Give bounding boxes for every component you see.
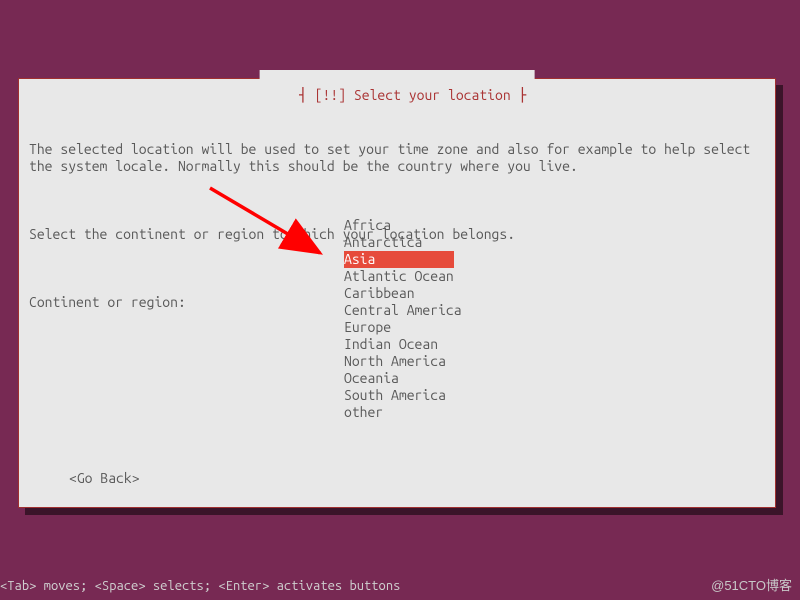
title-text: Select your location [346, 87, 511, 103]
list-item[interactable]: South America [344, 387, 484, 404]
watermark: @51CTO博客 [711, 577, 792, 594]
description-line1: The selected location will be used to se… [29, 141, 765, 175]
list-item[interactable]: Antarctica [344, 234, 484, 251]
list-item[interactable]: Europe [344, 319, 484, 336]
list-item[interactable]: Asia [344, 251, 454, 268]
region-list[interactable]: AfricaAntarcticaAsiaAtlantic OceanCaribb… [344, 217, 484, 421]
list-item[interactable]: Atlantic Ocean [344, 268, 484, 285]
go-back-button[interactable]: <Go Back> [69, 470, 140, 487]
location-dialog: ┤ [!!] Select your location ├ The select… [18, 78, 776, 508]
title-suffix: ├ [511, 87, 527, 103]
list-item[interactable]: other [344, 404, 484, 421]
list-item[interactable]: Africa [344, 217, 484, 234]
list-item[interactable]: Caribbean [344, 285, 484, 302]
list-item[interactable]: Indian Ocean [344, 336, 484, 353]
title-marker: [!!] [315, 87, 346, 103]
dialog-title: ┤ [!!] Select your location ├ [260, 70, 535, 121]
keyboard-hints: <Tab> moves; <Space> selects; <Enter> ac… [0, 578, 400, 595]
title-prefix: ┤ [299, 87, 315, 103]
list-item[interactable]: Central America [344, 302, 484, 319]
list-item[interactable]: Oceania [344, 370, 484, 387]
list-item[interactable]: North America [344, 353, 484, 370]
